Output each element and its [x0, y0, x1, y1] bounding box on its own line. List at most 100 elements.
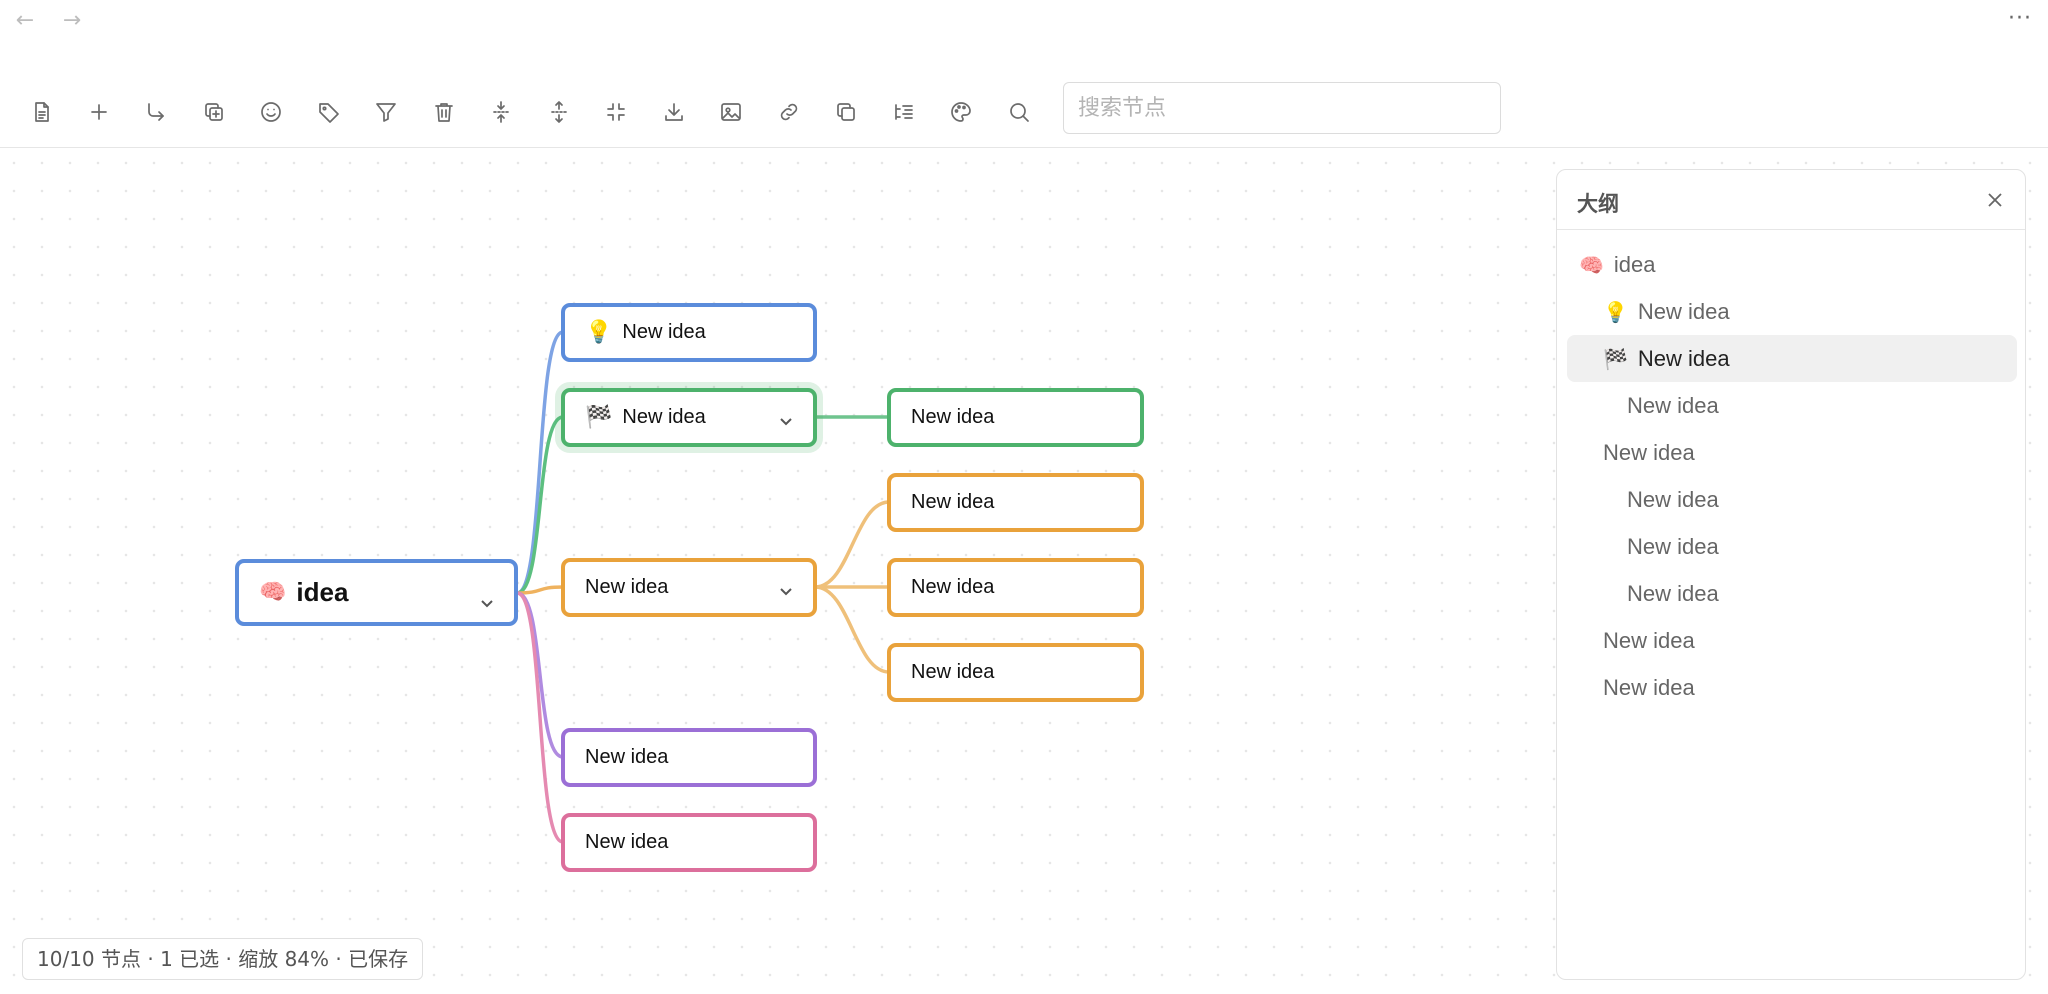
- download-icon: [665, 103, 683, 121]
- root-node[interactable]: 🧠 idea: [235, 559, 518, 626]
- idea-node-selected[interactable]: 🏁 New idea: [561, 388, 817, 447]
- add-child-button[interactable]: [136, 92, 176, 132]
- outline-item[interactable]: New idea: [1567, 382, 2017, 429]
- outline-title: 大纲: [1577, 192, 1619, 216]
- search-button[interactable]: [999, 92, 1039, 132]
- outline-button[interactable]: [884, 92, 924, 132]
- outline-item-label: idea: [1613, 251, 1656, 277]
- delete-button[interactable]: [424, 92, 464, 132]
- outline-item-label: New idea: [1627, 580, 1719, 606]
- outline-item[interactable]: New idea: [1567, 429, 2017, 476]
- idea-node[interactable]: New idea: [561, 813, 817, 872]
- outline-item-label: New idea: [1637, 345, 1730, 371]
- more-icon: ···: [2008, 6, 2032, 31]
- status-bar: 10/10 节点 · 1 已选 · 缩放 84% · 已保存: [22, 938, 424, 980]
- checkered-flag-icon: 🏁: [585, 405, 613, 430]
- download-button[interactable]: [654, 92, 694, 132]
- duplicate-icon: [205, 103, 223, 121]
- outline-item-label: New idea: [1603, 674, 1695, 700]
- tag-icon: [319, 103, 339, 123]
- expand-button[interactable]: [481, 92, 521, 132]
- back-arrow-icon: ←: [15, 8, 35, 33]
- outline-item[interactable]: New idea: [1567, 476, 2017, 523]
- idea-node-label: New idea: [911, 491, 995, 513]
- document-button[interactable]: [22, 92, 62, 132]
- outline-icon: [895, 104, 913, 120]
- collapse-icon: [551, 101, 567, 123]
- idea-node-label: New idea: [585, 746, 669, 768]
- outline-item-label: New idea: [1603, 627, 1695, 653]
- add-child-icon: [148, 103, 164, 121]
- fit-button[interactable]: [596, 92, 636, 132]
- idea-node[interactable]: New idea: [887, 473, 1144, 532]
- idea-node[interactable]: New idea: [887, 558, 1144, 617]
- toolbar: [0, 78, 2048, 148]
- expand-icon: [493, 101, 509, 123]
- chevron-down-icon[interactable]: [480, 586, 494, 607]
- root-node-label: idea: [296, 577, 349, 607]
- add-node-button[interactable]: [79, 92, 119, 132]
- outline-item-label: New idea: [1627, 533, 1719, 559]
- close-button[interactable]: [1983, 188, 2007, 212]
- idea-node-label: New idea: [911, 576, 995, 598]
- outline-item[interactable]: New idea: [1567, 570, 2017, 617]
- duplicate-button[interactable]: [194, 92, 234, 132]
- more-button[interactable]: ···: [2002, 4, 2038, 34]
- copy-icon: [837, 103, 855, 121]
- outline-item-selected[interactable]: 🏁 New idea: [1567, 335, 2017, 382]
- idea-node-label: New idea: [622, 406, 706, 428]
- lightbulb-icon: 💡: [1603, 299, 1628, 324]
- outline-item-label: New idea: [1637, 298, 1730, 324]
- brain-icon: 🧠: [1579, 252, 1604, 277]
- link-icon: [780, 103, 798, 121]
- collapse-button[interactable]: [539, 92, 579, 132]
- outline-item[interactable]: New idea: [1567, 617, 2017, 664]
- idea-node[interactable]: New idea: [561, 558, 817, 617]
- idea-node[interactable]: New idea: [887, 388, 1144, 447]
- close-icon: [1988, 193, 2002, 207]
- add-icon: [91, 104, 107, 120]
- brain-icon: 🧠: [259, 580, 287, 605]
- idea-node-label: New idea: [911, 406, 995, 428]
- image-button[interactable]: [711, 92, 751, 132]
- idea-node-label: New idea: [911, 661, 995, 683]
- idea-node-label: New idea: [585, 831, 669, 853]
- tag-button[interactable]: [309, 92, 349, 132]
- search-input[interactable]: [1063, 82, 1501, 134]
- outline-panel: 大纲 🧠 idea 💡 New idea 🏁 New idea New idea…: [1556, 169, 2026, 980]
- outline-item-label: New idea: [1603, 439, 1695, 465]
- fit-icon: [607, 103, 625, 121]
- chevron-down-icon[interactable]: [779, 411, 793, 425]
- checkered-flag-icon: 🏁: [1603, 346, 1628, 371]
- status-text: 10/10 节点 · 1 已选 · 缩放 84% · 已保存: [37, 947, 409, 971]
- forward-button[interactable]: →: [57, 6, 87, 36]
- back-button[interactable]: ←: [10, 6, 40, 36]
- outline-item[interactable]: New idea: [1567, 523, 2017, 570]
- palette-button[interactable]: [941, 92, 981, 132]
- palette-icon: [951, 102, 971, 122]
- outline-header: 大纲: [1557, 170, 2025, 230]
- idea-node[interactable]: 💡 New idea: [561, 303, 817, 362]
- emoji-button[interactable]: [251, 92, 291, 132]
- copy-button[interactable]: [826, 92, 866, 132]
- outline-item-label: New idea: [1627, 392, 1719, 418]
- filter-icon: [376, 103, 396, 122]
- document-icon: [35, 102, 49, 122]
- idea-node[interactable]: New idea: [561, 728, 817, 787]
- image-icon: [721, 103, 741, 121]
- idea-node-label: New idea: [622, 321, 706, 343]
- outline-item[interactable]: New idea: [1567, 664, 2017, 711]
- outline-item[interactable]: 💡 New idea: [1567, 288, 2017, 335]
- link-button[interactable]: [769, 92, 809, 132]
- emoji-icon: [261, 102, 281, 122]
- lightbulb-icon: 💡: [585, 320, 613, 345]
- outline-item[interactable]: 🧠 idea: [1567, 241, 2017, 288]
- forward-arrow-icon: →: [62, 8, 82, 33]
- idea-node-label: New idea: [585, 576, 669, 598]
- delete-icon: [435, 103, 453, 122]
- chevron-down-icon[interactable]: [779, 581, 793, 595]
- search-icon: [1010, 103, 1029, 122]
- outline-item-label: New idea: [1627, 486, 1719, 512]
- idea-node[interactable]: New idea: [887, 643, 1144, 702]
- filter-button[interactable]: [366, 92, 406, 132]
